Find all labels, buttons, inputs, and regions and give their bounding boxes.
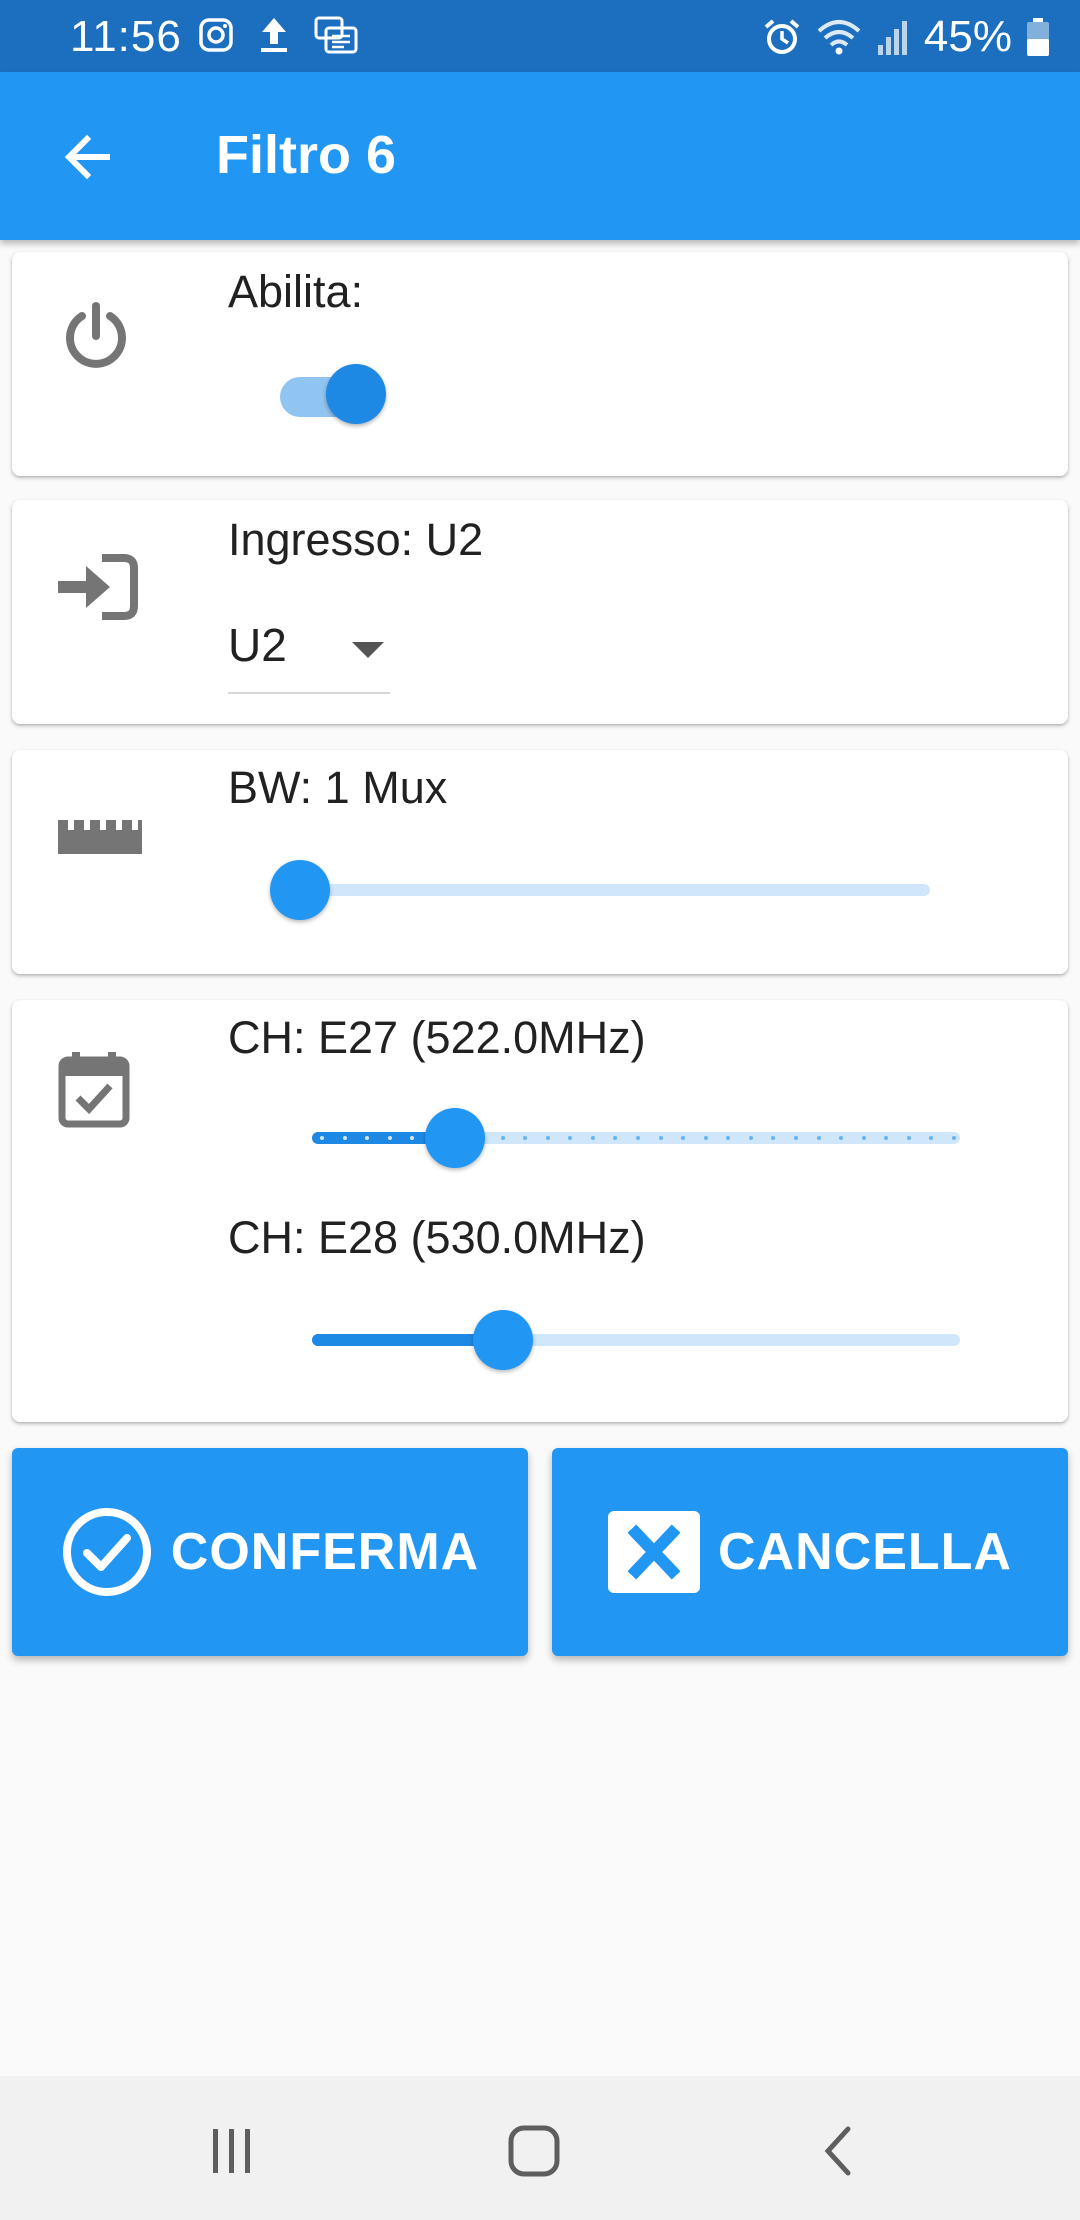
- dropdown-caret-icon: [352, 642, 384, 658]
- bw-slider[interactable]: [270, 860, 960, 920]
- back-button[interactable]: [52, 122, 122, 192]
- cancel-button[interactable]: CANCELLA: [552, 1448, 1068, 1656]
- instagram-icon: [199, 18, 233, 52]
- slider-tick: [726, 1136, 730, 1140]
- dropdown-selected-value: U2: [228, 619, 287, 671]
- slider-tick: [343, 1136, 347, 1140]
- slider-track: [300, 884, 930, 896]
- channel-card: CH: E27 (522.0MHz) CH: E28 (530.0MHz): [12, 1000, 1068, 1422]
- slider-tick: [320, 1136, 324, 1140]
- upload-icon: [261, 18, 287, 52]
- slider-tick: [613, 1136, 617, 1140]
- slider-tick: [952, 1136, 956, 1140]
- slider-tick: [839, 1136, 843, 1140]
- signal-icon: [877, 21, 907, 55]
- slider-tick: [929, 1136, 933, 1140]
- slider-tick: [568, 1136, 572, 1140]
- ch1-label: CH: E27 (522.0MHz): [228, 1012, 646, 1063]
- power-icon: [66, 302, 126, 368]
- nav-back-button[interactable]: [798, 2116, 878, 2186]
- status-icons-right: 45%: [762, 12, 1050, 62]
- ch2-slider[interactable]: [312, 1310, 960, 1370]
- sim-card-icon: [314, 16, 358, 54]
- slider-tick: [817, 1136, 821, 1140]
- recent-apps-icon: [213, 2129, 250, 2173]
- enable-card: Abilita:: [12, 252, 1068, 476]
- slider-tick: [771, 1136, 775, 1140]
- slider-thumb[interactable]: [425, 1108, 485, 1168]
- status-icons-left: [198, 16, 358, 54]
- bw-card: BW: 1 Mux: [12, 750, 1068, 974]
- slider-tick: [501, 1136, 505, 1140]
- input-dropdown[interactable]: U2: [228, 608, 390, 694]
- status-bar: 11:56 45%: [0, 0, 1080, 72]
- bw-label: BW: 1 Mux: [228, 762, 448, 813]
- calendar-check-icon: [58, 1052, 130, 1128]
- slider-tick: [907, 1136, 911, 1140]
- status-time: 11:56: [70, 12, 182, 61]
- input-card: Ingresso: U2 U2: [12, 500, 1068, 724]
- ruler-icon: [58, 820, 142, 854]
- wifi-icon: [817, 20, 861, 55]
- recent-apps-button[interactable]: [192, 2116, 272, 2186]
- enable-toggle[interactable]: [268, 362, 388, 424]
- slider-tick: [636, 1136, 640, 1140]
- login-arrow-icon: [58, 554, 138, 620]
- home-icon: [508, 2125, 560, 2177]
- battery-percent: 45%: [923, 12, 1012, 61]
- ch2-label: CH: E28 (530.0MHz): [228, 1212, 646, 1263]
- slider-tick: [681, 1136, 685, 1140]
- alarm-icon: [764, 19, 800, 54]
- check-circle-icon: [62, 1508, 151, 1596]
- slider-tick: [591, 1136, 595, 1140]
- confirm-label: CONFERMA: [170, 1523, 480, 1581]
- confirm-button[interactable]: CONFERMA: [12, 1448, 528, 1656]
- ch1-slider[interactable]: [312, 1108, 960, 1168]
- system-nav-bar: [0, 2076, 1080, 2220]
- slider-tick: [659, 1136, 663, 1140]
- slider-tick: [794, 1136, 798, 1140]
- slider-tick: [749, 1136, 753, 1140]
- slider-tick: [704, 1136, 708, 1140]
- toggle-thumb: [326, 364, 386, 424]
- slider-tick: [410, 1136, 414, 1140]
- input-label: Ingresso: U2: [228, 514, 484, 565]
- page-title: Filtro 6: [216, 125, 397, 185]
- slider-tick: [546, 1136, 550, 1140]
- close-box-icon: [608, 1511, 700, 1593]
- battery-icon: [1027, 18, 1049, 56]
- cancel-label: CANCELLA: [718, 1523, 1012, 1581]
- arrow-back-icon: [64, 134, 110, 180]
- slider-tick: [884, 1136, 888, 1140]
- back-icon: [824, 2126, 851, 2176]
- slider-thumb[interactable]: [473, 1310, 533, 1370]
- slider-tick: [388, 1136, 392, 1140]
- slider-tick: [523, 1136, 527, 1140]
- slider-tick: [365, 1136, 369, 1140]
- home-button[interactable]: [494, 2116, 574, 2186]
- app-bar: Filtro 6: [0, 72, 1080, 240]
- slider-thumb[interactable]: [270, 860, 330, 920]
- enable-label: Abilita:: [228, 266, 364, 317]
- slider-tick: [862, 1136, 866, 1140]
